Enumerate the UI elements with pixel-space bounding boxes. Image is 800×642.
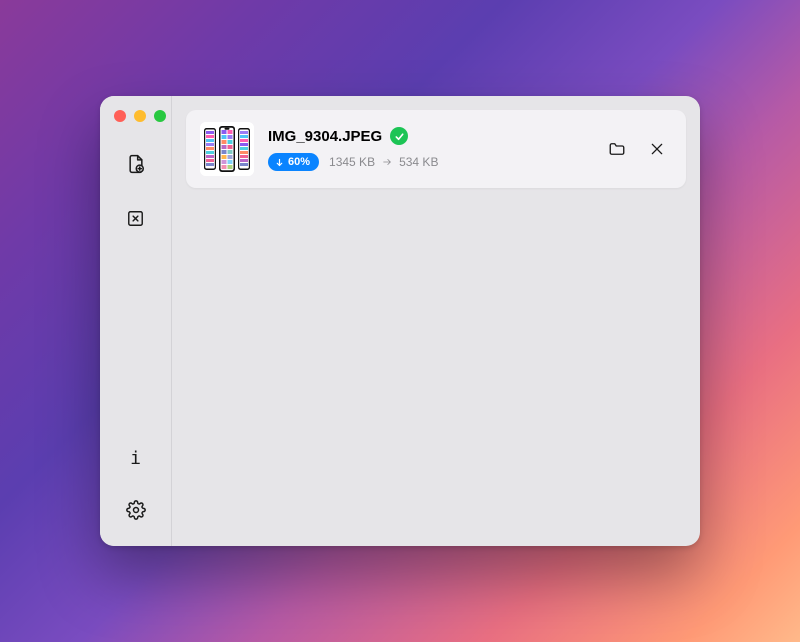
file-info: IMG_9304.JPEG — [268, 127, 588, 171]
clear-all-button[interactable] — [120, 202, 152, 234]
arrow-right-icon — [381, 157, 393, 167]
reveal-in-finder-button[interactable] — [602, 134, 632, 164]
sidebar: i — [100, 96, 172, 546]
original-size: 1345 KB — [329, 155, 375, 169]
success-badge — [390, 127, 408, 145]
compressed-size: 534 KB — [399, 155, 438, 169]
window-controls — [100, 110, 166, 122]
file-name: IMG_9304.JPEG — [268, 128, 382, 145]
close-icon — [649, 141, 665, 157]
file-card: IMG_9304.JPEG — [186, 110, 686, 188]
file-sizes: 1345 KB 534 KB — [329, 155, 438, 169]
remove-file-button[interactable] — [642, 134, 672, 164]
fullscreen-window-button[interactable] — [154, 110, 166, 122]
app-window: i — [100, 96, 700, 546]
add-file-icon — [126, 154, 146, 174]
settings-button[interactable] — [120, 494, 152, 526]
add-file-button[interactable] — [120, 148, 152, 180]
clear-icon — [126, 209, 145, 228]
minimize-window-button[interactable] — [134, 110, 146, 122]
folder-icon — [608, 140, 626, 158]
content-area: IMG_9304.JPEG — [172, 96, 700, 546]
reduction-badge: 60% — [268, 153, 319, 171]
file-thumbnail — [200, 122, 254, 176]
gear-icon — [126, 500, 146, 520]
arrow-down-icon — [275, 158, 284, 167]
close-window-button[interactable] — [114, 110, 126, 122]
info-icon: i — [130, 448, 141, 469]
reduction-percent: 60% — [288, 156, 310, 168]
check-icon — [394, 131, 405, 142]
file-actions — [602, 134, 672, 164]
info-button[interactable]: i — [120, 442, 152, 474]
